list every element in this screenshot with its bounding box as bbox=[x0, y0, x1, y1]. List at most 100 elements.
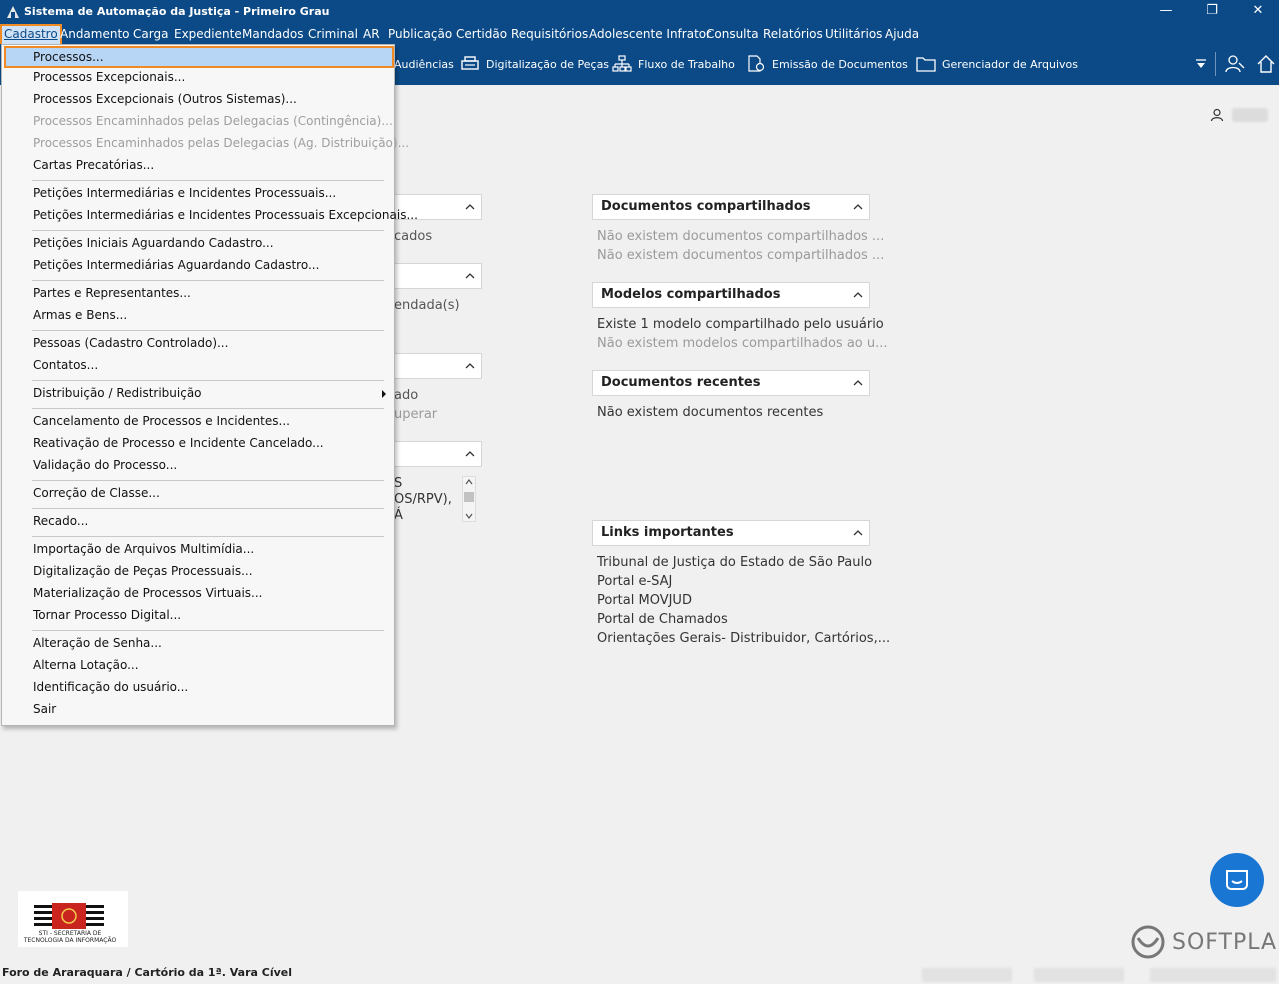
chevron-up-icon[interactable] bbox=[853, 202, 863, 212]
menu-item-materializacao[interactable]: Materialização de Processos Virtuais... bbox=[2, 582, 394, 604]
menu-mandados[interactable]: Mandados bbox=[242, 26, 304, 44]
menu-item-armas-bens[interactable]: Armas e Bens... bbox=[2, 304, 394, 326]
left-panel-header-3[interactable] bbox=[392, 353, 482, 379]
folder-icon bbox=[916, 57, 936, 72]
docs-compartilhados-line-2[interactable]: Não existem documentos compartilhados ..… bbox=[597, 248, 884, 263]
modelos-line-2[interactable]: Não existem modelos compartilhados ao u.… bbox=[597, 336, 888, 351]
menu-separator bbox=[32, 408, 384, 409]
left-panel-4-scrollbar[interactable] bbox=[462, 476, 476, 522]
menu-consulta[interactable]: Consulta bbox=[706, 26, 759, 44]
menu-item-peticoes-intermediarias-aguardando[interactable]: Petições Intermediárias Aguardando Cadas… bbox=[2, 254, 394, 276]
toolbar-gerenciador[interactable]: Gerenciador de Arquivos bbox=[916, 53, 1078, 75]
menu-publicacao[interactable]: Publicação bbox=[388, 26, 452, 44]
panel-recentes-header[interactable]: Documentos recentes bbox=[592, 370, 870, 396]
menu-separator bbox=[32, 480, 384, 481]
panel-docs-compartilhados-header[interactable]: Documentos compartilhados bbox=[592, 194, 870, 220]
menu-item-distribuicao-label: Distribuição / Redistribuição bbox=[33, 386, 202, 400]
link-esaj[interactable]: Portal e-SAJ bbox=[597, 574, 672, 589]
menu-separator bbox=[32, 508, 384, 509]
chevron-up-icon[interactable] bbox=[853, 528, 863, 538]
scroll-up-icon[interactable] bbox=[465, 479, 473, 485]
menu-item-peticoes-intermediarias-excepcionais[interactable]: Petições Intermediárias e Incidentes Pro… bbox=[2, 204, 418, 226]
workflow-icon bbox=[612, 55, 632, 72]
left-panel-header-4[interactable] bbox=[392, 441, 482, 467]
menu-expediente[interactable]: Expediente bbox=[174, 26, 242, 44]
menu-item-recado[interactable]: Recado... bbox=[2, 510, 394, 532]
chat-icon bbox=[1226, 870, 1248, 890]
menu-utilitarios[interactable]: Utilitários bbox=[825, 26, 882, 44]
menu-separator bbox=[32, 380, 384, 381]
scroll-thumb[interactable] bbox=[464, 492, 474, 502]
menu-ajuda[interactable]: Ajuda bbox=[885, 26, 919, 44]
chevron-up-icon[interactable] bbox=[465, 271, 475, 281]
toolbar-fluxo[interactable]: Fluxo de Trabalho bbox=[612, 53, 735, 75]
scanner-icon bbox=[461, 56, 479, 70]
menu-item-digitalizacao-pecas[interactable]: Digitalização de Peças Processuais... bbox=[2, 560, 394, 582]
document-gear-icon bbox=[748, 55, 765, 72]
link-chamados[interactable]: Portal de Chamados bbox=[597, 612, 728, 627]
left-panel-2-text: endada(s) bbox=[394, 298, 460, 313]
chevron-up-icon[interactable] bbox=[853, 290, 863, 300]
chevron-up-icon[interactable] bbox=[853, 378, 863, 388]
sti-emblem-icon bbox=[34, 903, 104, 929]
menu-item-validacao[interactable]: Validação do Processo... bbox=[2, 454, 394, 476]
menu-item-sair[interactable]: Sair bbox=[2, 698, 394, 720]
toolbar-digitalizacao[interactable]: Digitalização de Peças bbox=[460, 53, 609, 75]
chevron-up-icon[interactable] bbox=[465, 202, 475, 212]
menu-carga[interactable]: Carga bbox=[133, 26, 168, 44]
left-panel-header-2[interactable] bbox=[392, 263, 482, 289]
menu-adolescente-infrator[interactable]: Adolescente Infrator bbox=[589, 26, 711, 44]
sti-logo: STI - SECRETARIA DE TECNOLOGIA DA INFORM… bbox=[18, 891, 128, 947]
home-icon[interactable] bbox=[1256, 54, 1276, 74]
menu-item-reativacao[interactable]: Reativação de Processo e Incidente Cance… bbox=[2, 432, 394, 454]
menu-item-alterna-lotacao[interactable]: Alterna Lotação... bbox=[2, 654, 394, 676]
menu-item-partes-representantes[interactable]: Partes e Representantes... bbox=[2, 282, 394, 304]
docs-compartilhados-line-1[interactable]: Não existem documentos compartilhados ..… bbox=[597, 229, 884, 244]
link-orientacoes[interactable]: Orientações Gerais- Distribuidor, Cartór… bbox=[597, 631, 890, 646]
menu-certidao[interactable]: Certidão bbox=[456, 26, 507, 44]
chevron-up-icon[interactable] bbox=[465, 449, 475, 459]
link-tjsp[interactable]: Tribunal de Justiça do Estado de São Pau… bbox=[597, 555, 872, 570]
menu-item-peticoes-intermediarias[interactable]: Petições Intermediárias e Incidentes Pro… bbox=[2, 182, 394, 204]
menu-item-correcao-classe[interactable]: Correção de Classe... bbox=[2, 482, 394, 504]
panel-modelos-header[interactable]: Modelos compartilhados bbox=[592, 282, 870, 308]
menu-ar[interactable]: AR bbox=[363, 26, 380, 44]
menu-item-distribuicao[interactable]: Distribuição / Redistribuição bbox=[2, 382, 394, 404]
menu-item-delegacias-distribuicao: Processos Encaminhados pelas Delegacias … bbox=[33, 136, 410, 150]
menu-item-identificacao-usuario[interactable]: Identificação do usuário... bbox=[2, 676, 394, 698]
menu-item-pessoas[interactable]: Pessoas (Cadastro Controlado)... bbox=[2, 332, 394, 354]
menu-item-peticoes-iniciais-aguardando[interactable]: Petições Iniciais Aguardando Cadastro... bbox=[2, 232, 394, 254]
toolbar-emissao[interactable]: Emissão de Documentos bbox=[746, 53, 908, 75]
modelos-line-1[interactable]: Existe 1 modelo compartilhado pelo usuár… bbox=[597, 317, 884, 332]
menu-item-cancelamento[interactable]: Cancelamento de Processos e Incidentes..… bbox=[2, 410, 394, 432]
scroll-down-icon[interactable] bbox=[465, 513, 473, 519]
close-button[interactable]: ✕ bbox=[1235, 0, 1279, 24]
toolbar-gerenciador-label: Gerenciador de Arquivos bbox=[942, 57, 1078, 71]
panel-links-header[interactable]: Links importantes bbox=[592, 520, 870, 546]
dropdown-arrow-icon[interactable] bbox=[1195, 59, 1207, 69]
softplan-logo-icon bbox=[1131, 925, 1165, 959]
menu-item-alteracao-senha[interactable]: Alteração de Senha... bbox=[2, 632, 394, 654]
menu-item-importacao-multimidia[interactable]: Importação de Arquivos Multimídia... bbox=[2, 538, 394, 560]
menu-andamento[interactable]: Andamento bbox=[60, 26, 130, 44]
app-icon bbox=[7, 6, 19, 18]
link-movjud[interactable]: Portal MOVJUD bbox=[597, 593, 692, 608]
menu-item-contatos[interactable]: Contatos... bbox=[2, 354, 394, 376]
minimize-button[interactable]: — bbox=[1143, 0, 1189, 24]
menu-relatorios[interactable]: Relatórios bbox=[763, 26, 823, 44]
menu-criminal[interactable]: Criminal bbox=[308, 26, 358, 44]
menu-item-tornar-digital[interactable]: Tornar Processo Digital... bbox=[2, 604, 394, 626]
users-icon[interactable] bbox=[1224, 54, 1246, 74]
toolbar-audiencias[interactable]: Audiências bbox=[394, 53, 454, 75]
chevron-up-icon[interactable] bbox=[465, 361, 475, 371]
menu-requisitorios[interactable]: Requisitórios bbox=[511, 26, 588, 44]
left-panel-4-text-1: S bbox=[394, 476, 403, 491]
menu-item-processos-excepcionais[interactable]: Processos Excepcionais... bbox=[2, 66, 394, 88]
menu-item-cartas-precatorias[interactable]: Cartas Precatórias... bbox=[2, 154, 394, 176]
chat-button[interactable] bbox=[1210, 853, 1264, 907]
panel-links-title: Links importantes bbox=[601, 525, 734, 540]
menu-item-processos[interactable]: Processos... bbox=[4, 46, 394, 68]
menu-item-processos-excepcionais-outros[interactable]: Processos Excepcionais (Outros Sistemas)… bbox=[2, 88, 394, 110]
menu-cadastro[interactable]: Cadastro bbox=[0, 24, 62, 46]
restore-button[interactable]: ❐ bbox=[1189, 0, 1235, 24]
